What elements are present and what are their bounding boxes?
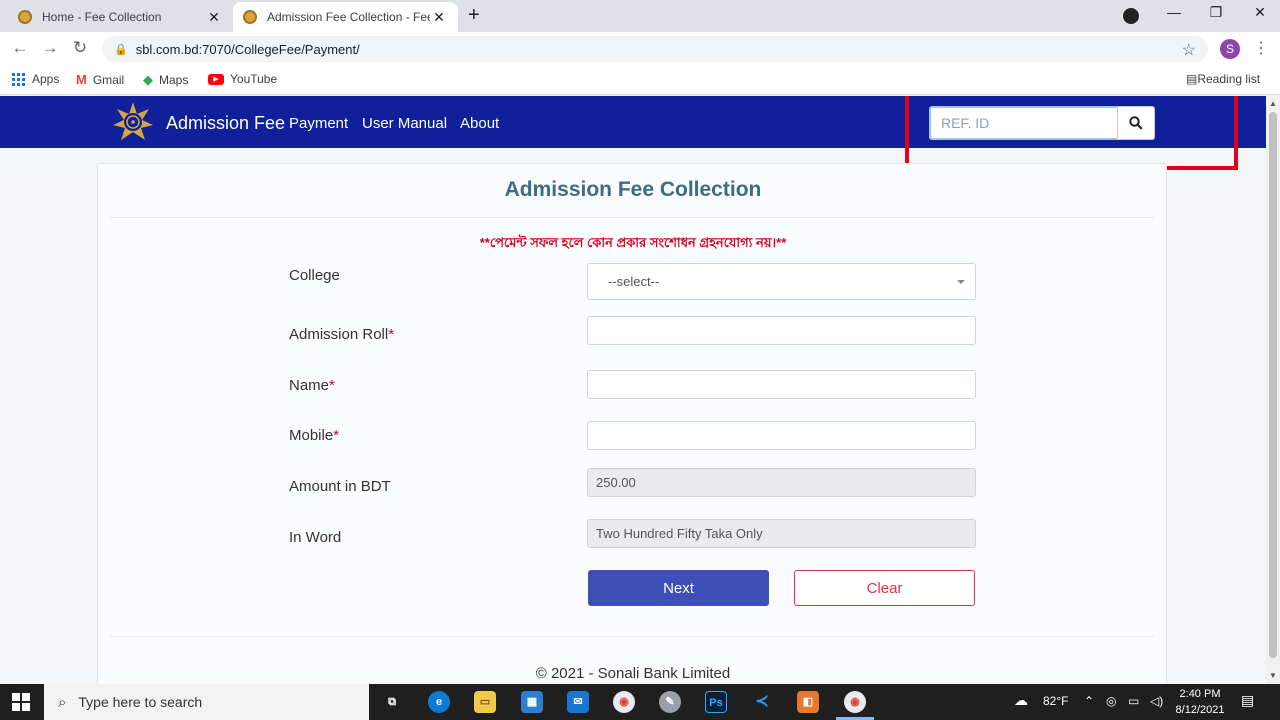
weather-temp[interactable]: 82°F — [1043, 694, 1068, 708]
browser-menu-icon[interactable]: ⋮ — [1253, 38, 1269, 58]
name-input[interactable] — [587, 370, 976, 399]
site-favicon-icon — [18, 10, 32, 24]
minimize-icon[interactable]: — — [1154, 4, 1194, 20]
close-tab-icon[interactable]: ✕ — [430, 9, 448, 26]
college-selected-value: --select-- — [608, 274, 660, 289]
bookmark-youtube[interactable]: ▶ YouTube — [208, 72, 277, 86]
nav-link-user-manual[interactable]: User Manual — [362, 115, 447, 132]
clear-button[interactable]: Clear — [794, 570, 975, 606]
bookmark-label: Maps — [159, 73, 189, 87]
clock-date: 8/12/2021 — [1175, 704, 1225, 716]
admission-roll-input[interactable] — [587, 316, 976, 345]
taskbar-search[interactable]: ⌕ Type here to search — [44, 684, 369, 720]
admission-roll-label: Admission Roll* — [289, 326, 395, 343]
volume-icon[interactable]: ◁) — [1150, 694, 1163, 708]
scroll-down-icon[interactable]: ▼ — [1269, 671, 1277, 680]
nav-link-about[interactable]: About — [460, 115, 499, 132]
bookmarks-bar: Apps M Gmail ◆ Maps ▶ YouTube ▤ Reading … — [0, 66, 1280, 95]
divider — [110, 217, 1154, 218]
windows-start-icon[interactable] — [12, 693, 30, 711]
url-text: sbl.com.bd:7070/CollegeFee/Payment/ — [135, 41, 360, 57]
network-icon[interactable]: ▭ — [1128, 694, 1139, 708]
scroll-thumb[interactable] — [1269, 112, 1277, 658]
amount-field: 250.00 — [587, 468, 976, 497]
store-icon[interactable]: ▦ — [521, 691, 543, 713]
mobile-input[interactable] — [587, 421, 976, 450]
tab-title: Admission Fee Collection - Fee C — [267, 10, 430, 24]
bookmark-label: YouTube — [230, 72, 278, 86]
bookmark-label: Apps — [32, 72, 60, 86]
in-word-label: In Word — [289, 529, 342, 546]
weather-icon: ☁ — [1014, 692, 1028, 708]
maps-icon: ◆ — [143, 72, 153, 87]
chrome-icon[interactable]: ◉ — [613, 691, 635, 713]
notifications-icon[interactable]: ▤ — [1241, 692, 1254, 709]
payment-notice: **পেমেন্ট সফল হলে কোন প্রকার সংশোধন গ্রহ… — [479, 235, 787, 250]
reading-list-icon: ▤ — [1186, 72, 1198, 86]
chevron-down-icon — [957, 280, 965, 284]
reload-icon[interactable]: ↻ — [69, 38, 91, 58]
college-select[interactable]: --select-- — [587, 263, 976, 300]
highlight-annotation-box — [905, 96, 1238, 170]
reading-list[interactable]: ▤ Reading list — [1186, 72, 1260, 86]
divider — [110, 636, 1154, 637]
tab-admission-fee-collection[interactable]: Admission Fee Collection - Fee C ✕ — [233, 2, 458, 32]
name-label: Name* — [289, 377, 335, 394]
browser-toolbar: ← → ↻ 🔒 sbl.com.bd:7070/CollegeFee/Payme… — [0, 32, 1280, 66]
mobile-label: Mobile* — [289, 427, 340, 444]
tab-search-icon[interactable] — [1123, 8, 1139, 24]
forward-arrow-icon[interactable]: → — [39, 38, 61, 58]
taskbar-search-placeholder: Type here to search — [78, 694, 203, 710]
recorder-icon[interactable]: ◧ — [797, 691, 819, 713]
edge-icon[interactable]: e — [428, 691, 450, 713]
in-word-field: Two Hundred Fifty Taka Only — [587, 519, 976, 548]
windows-taskbar: ⌕ Type here to search ⧉ e ▭ ▦ ✉ ◉ ✎ Ps ≺… — [0, 684, 1280, 720]
close-tab-icon[interactable]: ✕ — [205, 9, 223, 26]
apps-grid-icon — [12, 72, 25, 86]
new-tab-plus-icon[interactable]: + — [468, 4, 480, 27]
vscode-icon[interactable]: ≺ — [751, 691, 773, 713]
task-view-icon[interactable]: ⧉ — [381, 691, 403, 713]
reading-list-label: Reading list — [1197, 72, 1261, 86]
tab-title: Home - Fee Collection — [42, 10, 162, 24]
restore-icon[interactable]: ❐ — [1196, 4, 1236, 21]
brand-title[interactable]: Admission Fee — [166, 113, 285, 134]
bookmark-apps[interactable]: Apps — [12, 72, 59, 86]
tab-home-fee-collection[interactable]: Home - Fee Collection ✕ — [8, 2, 233, 32]
page-title: Admission Fee Collection — [504, 178, 762, 201]
amount-label: Amount in BDT — [289, 478, 391, 495]
next-button[interactable]: Next — [588, 570, 769, 606]
photoshop-icon[interactable]: Ps — [705, 691, 727, 713]
meet-now-icon[interactable]: ◎ — [1106, 694, 1116, 708]
sonali-bank-logo-icon — [113, 102, 153, 140]
paint-icon[interactable]: ✎ — [659, 691, 681, 713]
mail-icon[interactable]: ✉ — [567, 691, 589, 713]
site-favicon-icon — [243, 10, 257, 24]
bookmark-gmail[interactable]: M Gmail — [76, 72, 124, 87]
lock-icon: 🔒 — [114, 43, 128, 56]
bookmark-star-icon[interactable]: ☆ — [1182, 40, 1196, 60]
profile-avatar[interactable]: S — [1220, 39, 1240, 59]
close-window-icon[interactable]: ✕ — [1240, 4, 1280, 21]
page-viewport: Admission Fee Payment User Manual About … — [0, 96, 1280, 684]
search-icon: ⌕ — [58, 693, 67, 711]
file-explorer-icon[interactable]: ▭ — [474, 691, 496, 713]
footer-copyright: © 2021 - Sonali Bank Limited — [535, 665, 731, 682]
tray-chevron-up-icon[interactable]: ⌃ — [1084, 694, 1094, 708]
bookmark-label: Gmail — [92, 72, 125, 87]
system-clock[interactable]: 2:40 PM 8/12/2021 — [1174, 686, 1226, 718]
college-label: College — [289, 267, 340, 284]
payment-form-card: Admission Fee Collection **পেমেন্ট সফল হ… — [97, 163, 1167, 684]
youtube-icon: ▶ — [208, 73, 224, 85]
back-arrow-icon[interactable]: ← — [9, 38, 31, 58]
bookmark-maps[interactable]: ◆ Maps — [143, 72, 188, 88]
nav-link-payment[interactable]: Payment — [289, 115, 348, 132]
scroll-up-icon[interactable]: ▲ — [1269, 99, 1277, 108]
clock-time: 2:40 PM — [1179, 688, 1221, 700]
chrome-profile-icon[interactable]: ◉ — [844, 691, 866, 713]
vertical-scrollbar[interactable]: ▲ ▼ — [1266, 96, 1280, 684]
browser-tab-bar: Home - Fee Collection ✕ Admission Fee Co… — [0, 0, 1280, 32]
gmail-icon: M — [76, 72, 87, 87]
address-bar[interactable]: 🔒 sbl.com.bd:7070/CollegeFee/Payment/ ☆ — [102, 36, 1208, 62]
